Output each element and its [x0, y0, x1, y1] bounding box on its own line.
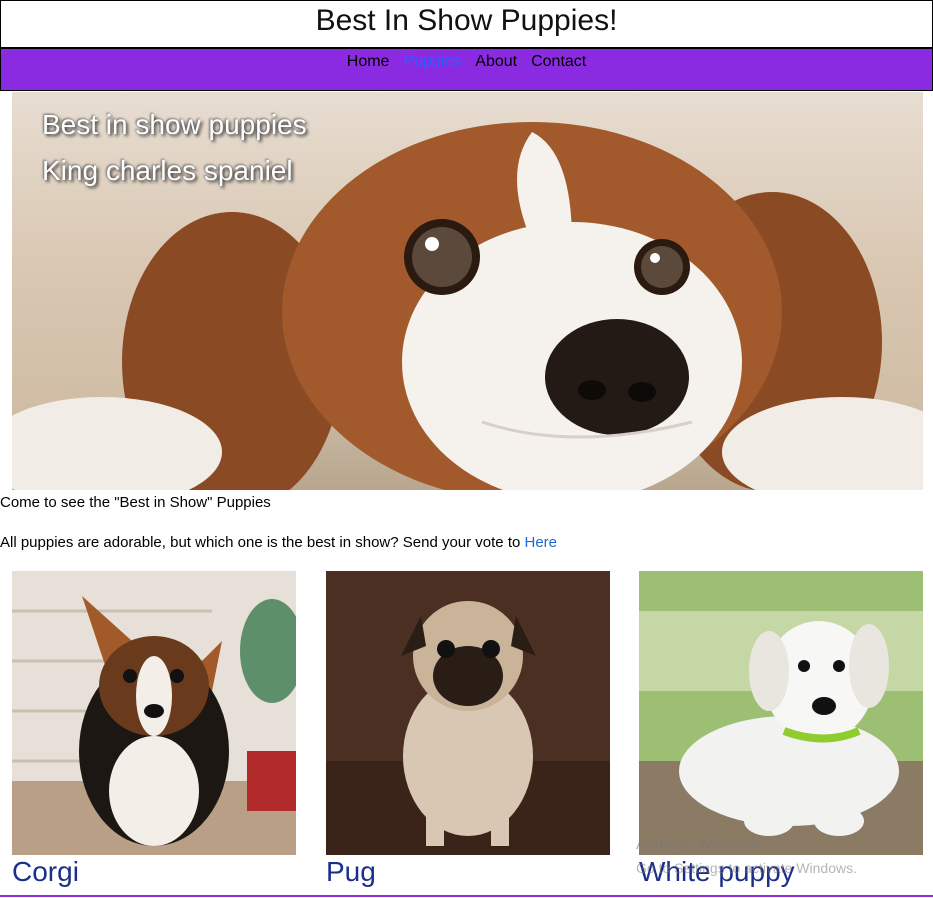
intro-text: Come to see the "Best in Show" Puppies	[0, 494, 271, 511]
hero-caption-line2: King charles spaniel	[42, 155, 293, 186]
site-header: Best In Show Puppies!	[0, 0, 933, 48]
card-title-corgi: Corgi	[12, 856, 79, 887]
vote-link[interactable]: Here	[525, 534, 558, 551]
pug-photo	[326, 571, 610, 855]
puppy-card-pug[interactable]: Pug	[326, 571, 610, 889]
white-puppy-photo	[639, 571, 923, 855]
vote-text-body: All puppies are adorable, but which one …	[0, 534, 525, 551]
bottom-divider	[0, 895, 933, 897]
nav-item-about[interactable]: About	[475, 49, 517, 74]
puppy-card-white-puppy[interactable]: White puppy	[639, 571, 923, 889]
nav-item-puppies[interactable]: Puppies	[403, 49, 461, 74]
corgi-photo	[12, 571, 296, 855]
card-title-pug: Pug	[326, 856, 376, 887]
page-title: Best In Show Puppies!	[315, 4, 618, 37]
card-title-white-puppy: White puppy	[639, 856, 795, 887]
puppy-card-corgi[interactable]: Corgi	[12, 571, 296, 889]
vote-text: All puppies are adorable, but which one …	[0, 534, 557, 551]
nav-item-contact[interactable]: Contact	[531, 49, 586, 74]
nav-item-home[interactable]: Home	[347, 49, 390, 74]
hero-image: Best in show puppies King charles spanie…	[12, 92, 923, 490]
hero-caption: Best in show puppies King charles spanie…	[42, 102, 307, 194]
nav-bar: Home Puppies About Contact	[0, 47, 933, 91]
hero-caption-line1: Best in show puppies	[42, 109, 307, 140]
